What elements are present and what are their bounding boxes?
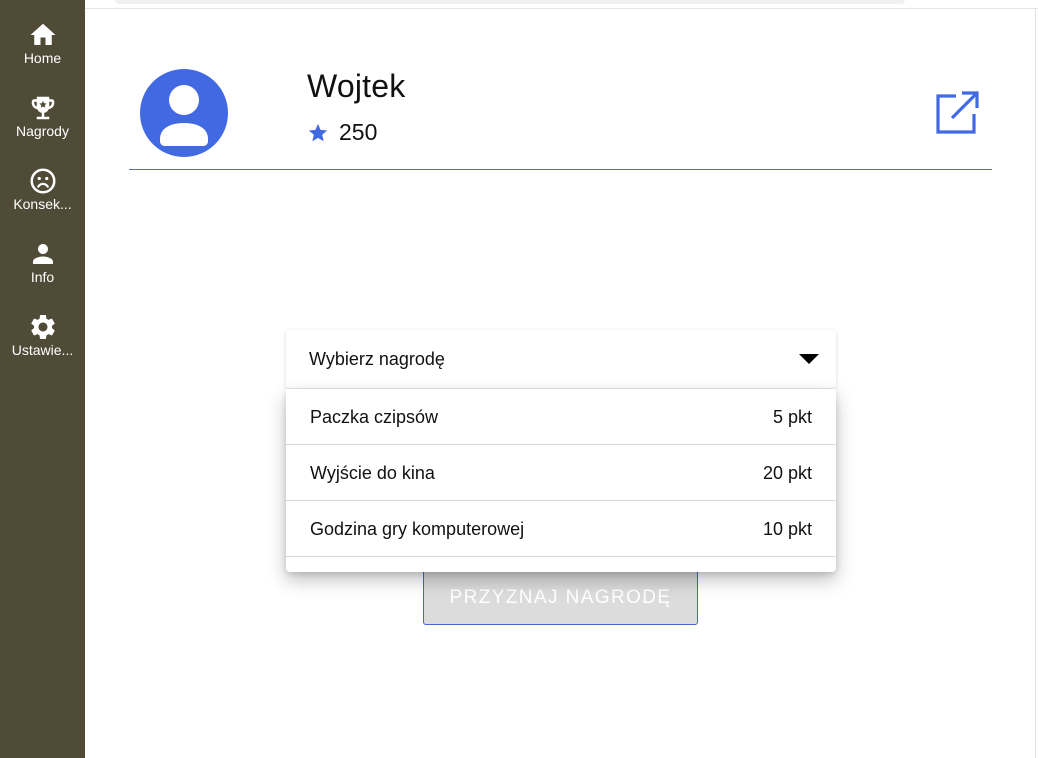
reward-select-label: Wybierz nagrodę [309, 349, 445, 369]
address-bar [115, 0, 905, 4]
sidebar-item-home[interactable]: Home [0, 20, 85, 84]
points-display: 250 [307, 119, 377, 146]
star-icon [308, 123, 328, 141]
reward-option[interactable]: Paczka czipsów 5 pkt [286, 389, 836, 445]
reward-option-name: Paczka czipsów [310, 407, 439, 427]
sidebar-item-label: Home [23, 50, 62, 66]
sidebar-item-label: Info [30, 269, 55, 285]
sidebar-item-ustawienia[interactable]: Ustawie... [0, 312, 85, 376]
sidebar: Home Nagrody Konsek... Info Ustawie... [0, 0, 85, 758]
sidebar-item-label: Nagrody [16, 123, 69, 139]
award-reward-button[interactable]: PRZYZNAJ NAGRODĘ [423, 569, 698, 625]
avatar [140, 69, 228, 157]
open-in-new-icon [936, 91, 979, 134]
sidebar-item-nagrody[interactable]: Nagrody [0, 93, 85, 157]
reward-option[interactable]: Godzina gry komputerowej 10 pkt [286, 501, 836, 557]
header-divider [129, 169, 992, 170]
reward-option-cost: 10 pkt [762, 519, 812, 539]
trophy-icon [31, 96, 54, 120]
gear-icon [30, 314, 55, 339]
right-border [1035, 8, 1036, 758]
home-icon [30, 23, 55, 45]
reward-option-name: Wyjście do kina [310, 463, 435, 483]
reward-option[interactable]: Wyjście do kina 20 pkt [286, 445, 836, 501]
open-external-button[interactable] [932, 90, 980, 138]
user-name: Wojtek [307, 68, 406, 104]
top-bar [85, 0, 1038, 9]
sidebar-item-info[interactable]: Info [0, 239, 85, 303]
sad-face-icon [30, 168, 55, 194]
sidebar-item-label: Ustawie... [11, 342, 74, 358]
caret-down-icon [799, 354, 819, 364]
person-icon [32, 244, 53, 264]
reward-dropdown-menu: Paczka czipsów 5 pkt Wyjście do kina 20 … [286, 389, 836, 572]
sidebar-item-konsekwencje[interactable]: Konsek... [0, 166, 85, 230]
reward-option-cost: 20 pkt [762, 463, 812, 483]
reward-option-name: Godzina gry komputerowej [310, 519, 525, 539]
reward-select[interactable]: Wybierz nagrodę [286, 330, 836, 388]
points-value: 250 [339, 119, 378, 145]
reward-option-cost: 5 pkt [772, 407, 812, 427]
sidebar-item-label: Konsek... [13, 196, 72, 212]
user-icon [160, 85, 208, 146]
